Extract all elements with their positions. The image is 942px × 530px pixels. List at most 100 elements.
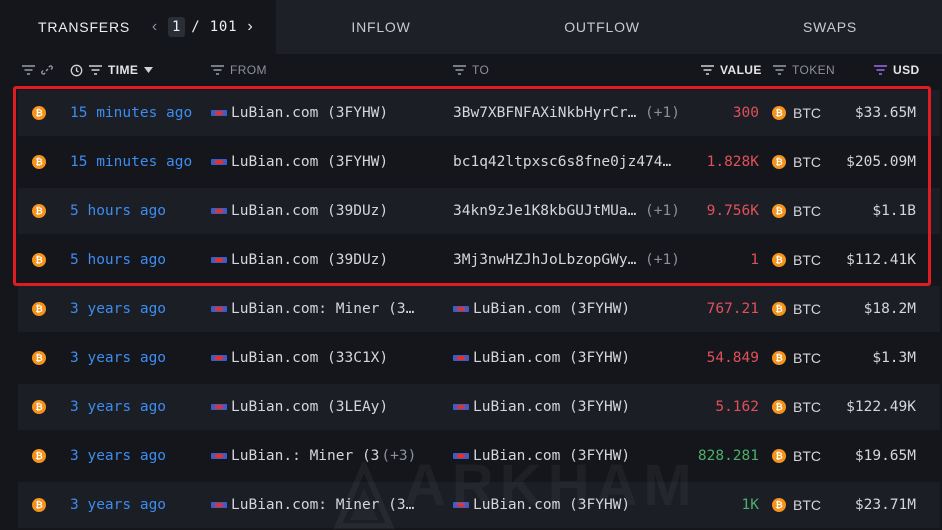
from-entity[interactable]: LuBian.com: Miner (32ixEdVJ) bbox=[211, 286, 441, 332]
to-address[interactable]: 3Mj3nwHZJhJoLbzopGWyUt8qZgV1(+1) bbox=[453, 237, 688, 283]
from-entity[interactable]: LuBian.com (39DUz) bbox=[211, 188, 441, 234]
filter-icon[interactable] bbox=[89, 65, 102, 75]
table-row[interactable]: ₿ 15 minutes ago LuBian.com (3FYHW) 3Bw7… bbox=[18, 90, 940, 136]
token-cell[interactable]: ₿ BTC bbox=[772, 188, 832, 234]
entity-icon bbox=[211, 355, 227, 361]
token-cell[interactable]: ₿ BTC bbox=[772, 237, 832, 283]
time-link[interactable]: 3 years ago bbox=[70, 335, 210, 381]
to-address[interactable]: 34kn9zJe1K8kbGUJtMUaqm7mK3Zp(+1) bbox=[453, 188, 688, 234]
to-entity[interactable]: LuBian.com (3FYHW) bbox=[453, 286, 688, 332]
from-entity[interactable]: LuBian.com: Miner (32ixEdVJ) bbox=[211, 482, 441, 528]
time-link[interactable]: 15 minutes ago bbox=[70, 90, 210, 136]
filter-icon[interactable] bbox=[211, 65, 224, 75]
chevron-right-icon[interactable]: › bbox=[243, 18, 257, 35]
filter-icon[interactable] bbox=[874, 65, 887, 75]
table-row[interactable]: ₿ 5 hours ago LuBian.com (39DUz) 3Mj3nwH… bbox=[18, 237, 940, 283]
bitcoin-icon: ₿ bbox=[772, 400, 786, 414]
to-entity[interactable]: LuBian.com (3FYHW) bbox=[453, 335, 688, 381]
chain-cell: ₿ bbox=[32, 335, 48, 381]
header-to[interactable]: TO bbox=[453, 54, 489, 86]
header-time-label: TIME bbox=[108, 63, 139, 77]
filter-icon[interactable] bbox=[773, 65, 786, 75]
time-link[interactable]: 3 years ago bbox=[70, 482, 210, 528]
from-entity[interactable]: LuBian.com (39DUz) bbox=[211, 237, 441, 283]
table-row[interactable]: ₿ 5 hours ago LuBian.com (39DUz) 34kn9zJ… bbox=[18, 188, 940, 234]
to-entity[interactable]: LuBian.com (3FYHW) bbox=[453, 482, 688, 528]
value-amount: 828.281 bbox=[697, 448, 759, 464]
bitcoin-icon: ₿ bbox=[772, 204, 786, 218]
tab-inflow-label: INFLOW bbox=[351, 19, 411, 35]
tab-outflow-label: OUTFLOW bbox=[564, 19, 640, 35]
tab-swaps[interactable]: SWAPS bbox=[718, 0, 942, 54]
table-row[interactable]: ₿ 3 years ago LuBian.com (3LEAy) LuBian.… bbox=[18, 384, 940, 430]
table-header: TIME FROM TO VALUE TOKEN USD bbox=[0, 54, 942, 86]
header-value[interactable]: VALUE bbox=[701, 54, 762, 86]
table-row[interactable]: ₿ 15 minutes ago LuBian.com (3FYHW) bc1q… bbox=[18, 139, 940, 185]
token-cell[interactable]: ₿ BTC bbox=[772, 335, 832, 381]
token-cell[interactable]: ₿ BTC bbox=[772, 433, 832, 479]
token-cell[interactable]: ₿ BTC bbox=[772, 286, 832, 332]
caret-down-icon[interactable] bbox=[144, 67, 154, 73]
filter-icon[interactable] bbox=[701, 65, 714, 75]
header-token[interactable]: TOKEN bbox=[773, 54, 835, 86]
bitcoin-icon: ₿ bbox=[772, 155, 786, 169]
bitcoin-icon: ₿ bbox=[772, 351, 786, 365]
time-link[interactable]: 5 hours ago bbox=[70, 188, 210, 234]
token-cell[interactable]: ₿ BTC bbox=[772, 139, 832, 185]
to-label: LuBian.com (3FYHW) bbox=[473, 497, 631, 513]
table-row[interactable]: ₿ 3 years ago LuBian.com: Miner (32ixEdV… bbox=[18, 286, 940, 332]
time-link[interactable]: 3 years ago bbox=[70, 384, 210, 430]
value-amount: 1 bbox=[750, 252, 759, 268]
chain-cell: ₿ bbox=[32, 188, 48, 234]
usd-amount: $1.1B bbox=[872, 203, 916, 219]
value-amount: 1K bbox=[741, 497, 759, 513]
table-row[interactable]: ₿ 3 years ago LuBian.: Miner (3 (+3) LuBi… bbox=[18, 433, 940, 479]
header-from[interactable]: FROM bbox=[211, 54, 267, 86]
header-chain-filter[interactable] bbox=[22, 54, 53, 86]
token-label: BTC bbox=[793, 497, 821, 513]
time-link[interactable]: 15 minutes ago bbox=[70, 139, 210, 185]
tab-swaps-label: SWAPS bbox=[802, 19, 858, 35]
from-entity[interactable]: LuBian.com (3LEAy) bbox=[211, 384, 441, 430]
chain-cell: ₿ bbox=[32, 433, 48, 479]
header-time[interactable]: TIME bbox=[70, 54, 154, 86]
from-label: LuBian.com (3LEAy) bbox=[231, 399, 389, 415]
token-cell[interactable]: ₿ BTC bbox=[772, 90, 832, 136]
page-number[interactable]: 1 bbox=[168, 17, 186, 37]
time-link[interactable]: 3 years ago bbox=[70, 286, 210, 332]
header-usd[interactable]: USD bbox=[874, 54, 920, 86]
from-entity[interactable]: LuBian.com (33C1X) bbox=[211, 335, 441, 381]
token-cell[interactable]: ₿ BTC bbox=[772, 482, 832, 528]
from-label: LuBian.com (3FYHW) bbox=[231, 154, 389, 170]
to-label: 3Mj3nwHZJhJoLbzopGWyUt8qZgV1 bbox=[453, 252, 643, 268]
tab-outflow[interactable]: OUTFLOW bbox=[486, 0, 718, 54]
chain-cell: ₿ bbox=[32, 90, 48, 136]
to-address[interactable]: 3Bw7XBFNFAXiNkbHyrCrd8GRuxPbh8mz4Q(+1) bbox=[453, 90, 688, 136]
from-entity[interactable]: LuBian.com (3FYHW) bbox=[211, 90, 441, 136]
chain-cell: ₿ bbox=[32, 139, 48, 185]
time-link[interactable]: 3 years ago bbox=[70, 433, 210, 479]
chain-cell: ₿ bbox=[32, 482, 48, 528]
header-value-label: VALUE bbox=[720, 63, 762, 77]
link-icon[interactable] bbox=[41, 64, 53, 76]
usd-amount: $33.65M bbox=[854, 105, 916, 121]
bitcoin-icon: ₿ bbox=[32, 498, 46, 512]
tab-transfers-label: TRANSFERS bbox=[38, 19, 130, 35]
filter-icon[interactable] bbox=[453, 65, 466, 75]
from-entity[interactable]: LuBian.com (3FYHW) bbox=[211, 139, 441, 185]
tab-transfers[interactable]: TRANSFERS ‹ 1 / 101 › bbox=[0, 0, 276, 54]
chevron-left-icon[interactable]: ‹ bbox=[148, 18, 162, 35]
from-extra: (+3) bbox=[381, 448, 417, 464]
to-entity[interactable]: LuBian.com (3FYHW) bbox=[453, 433, 688, 479]
tab-bar: TRANSFERS ‹ 1 / 101 › INFLOW OUTFLOW SWA… bbox=[0, 0, 942, 54]
time-link[interactable]: 5 hours ago bbox=[70, 237, 210, 283]
from-entity[interactable]: LuBian.: Miner (3 (+3) bbox=[211, 433, 441, 479]
tab-inflow[interactable]: INFLOW bbox=[276, 0, 486, 54]
to-entity[interactable]: LuBian.com (3FYHW) bbox=[453, 384, 688, 430]
to-address[interactable]: bc1q42ltpxsc6s8fne0jz474mxkl6pw9 bbox=[453, 139, 688, 185]
table-row[interactable]: ₿ 3 years ago LuBian.com: Miner (32ixEdV… bbox=[18, 482, 940, 528]
table-row[interactable]: ₿ 3 years ago LuBian.com (33C1X) LuBian.… bbox=[18, 335, 940, 381]
token-cell[interactable]: ₿ BTC bbox=[772, 384, 832, 430]
bitcoin-icon: ₿ bbox=[772, 302, 786, 316]
filter-icon[interactable] bbox=[22, 65, 35, 75]
